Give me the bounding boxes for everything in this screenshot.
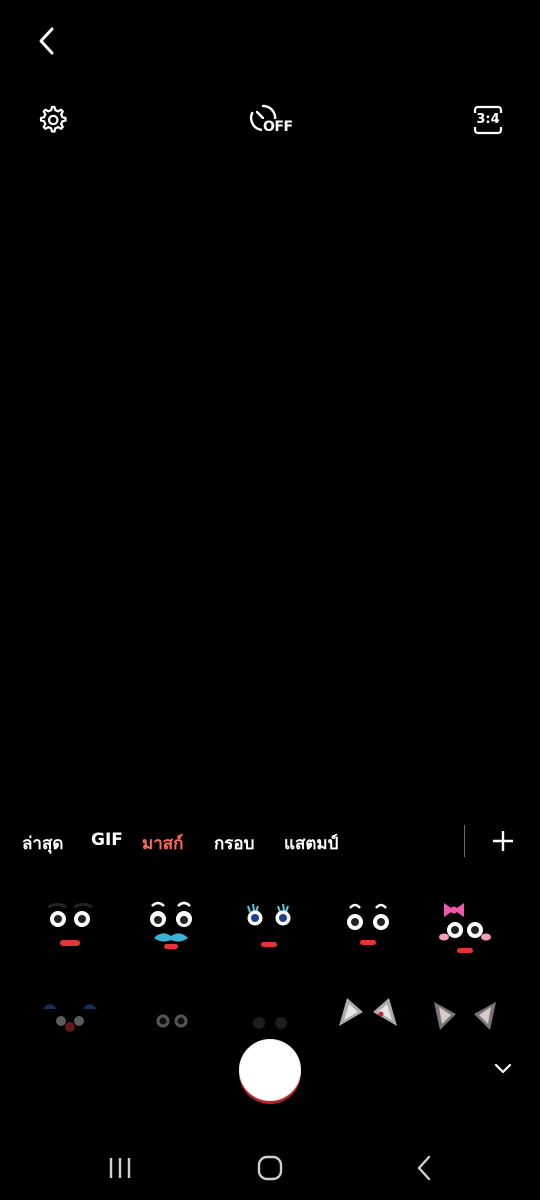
shutter-button[interactable]	[239, 1039, 301, 1101]
effects-tab-bar: ล่าสุด GIF มาสก์ กรอบ แสตมป์	[0, 826, 540, 858]
face-mask-icon	[247, 903, 291, 947]
timer-button[interactable]: OFF	[248, 101, 294, 141]
mask-sticker-5[interactable]	[430, 898, 500, 958]
tab-gif[interactable]: GIF	[91, 830, 123, 850]
gear-icon	[39, 105, 67, 133]
mask-sticker-10[interactable]	[430, 992, 500, 1052]
home-button[interactable]	[254, 1152, 286, 1184]
timer-label: OFF	[262, 119, 294, 135]
aspect-ratio-label: 3:4	[476, 112, 500, 127]
nav-back-button[interactable]	[408, 1152, 440, 1184]
face-mask-icon	[156, 1014, 188, 1028]
mask-sticker-7[interactable]	[136, 995, 206, 1055]
chevron-down-icon	[494, 1063, 512, 1074]
face-mask-icon	[347, 903, 389, 945]
tab-masks[interactable]: มาสก์	[142, 830, 183, 857]
face-mask-icon	[150, 901, 192, 949]
chevron-left-icon	[39, 27, 54, 55]
settings-button[interactable]	[34, 102, 70, 138]
aspect-ratio-button[interactable]: 3:4	[472, 104, 504, 136]
tab-recent[interactable]: ล่าสุด	[22, 830, 63, 857]
home-icon	[257, 1155, 283, 1181]
tab-divider	[464, 825, 465, 857]
cat-ears-icon	[434, 1002, 496, 1030]
back-button[interactable]	[30, 24, 64, 58]
mask-sticker-4[interactable]	[333, 898, 403, 958]
mask-sticker-1[interactable]	[35, 898, 105, 958]
mask-sticker-2[interactable]	[136, 898, 206, 958]
recent-apps-button[interactable]	[104, 1152, 136, 1184]
add-effect-button[interactable]	[488, 826, 518, 856]
collapse-effects-button[interactable]	[490, 1058, 516, 1080]
recent-apps-icon	[109, 1158, 131, 1178]
back-icon	[417, 1155, 431, 1181]
cat-ears-icon	[339, 998, 397, 1026]
face-mask-icon	[253, 1017, 287, 1029]
mask-sticker-9[interactable]	[333, 992, 403, 1052]
mask-sticker-3[interactable]	[234, 898, 304, 958]
tab-stamps[interactable]: แสตมป์	[284, 830, 338, 857]
mask-sticker-6[interactable]	[35, 995, 105, 1055]
face-mask-icon	[439, 903, 491, 953]
face-mask-icon	[43, 1004, 97, 1032]
face-mask-icon	[47, 903, 93, 946]
plus-icon	[493, 831, 513, 851]
tab-frames[interactable]: กรอบ	[214, 830, 254, 857]
